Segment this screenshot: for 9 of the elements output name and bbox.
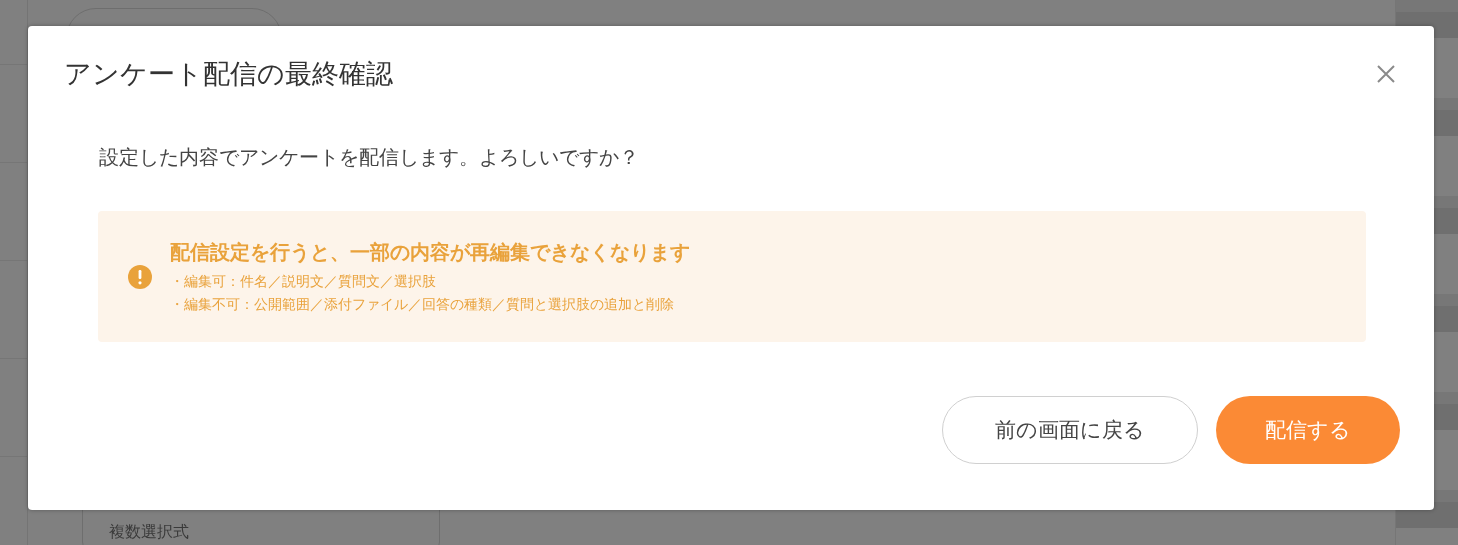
dialog-title: アンケート配信の最終確認	[64, 57, 393, 91]
close-icon[interactable]	[1376, 64, 1396, 84]
warning-heading: 配信設定を行うと、一部の内容が再編集できなくなります	[170, 239, 690, 266]
warning-item: ・編集可：件名／説明文／質問文／選択肢	[170, 273, 437, 291]
deliver-button[interactable]: 配信する	[1216, 396, 1400, 464]
warning-item: ・編集不可：公開範囲／添付ファイル／回答の種類／質問と選択肢の追加と削除	[170, 296, 675, 314]
back-button[interactable]: 前の画面に戻る	[942, 396, 1198, 464]
warning-icon	[128, 264, 152, 289]
confirmation-message: 設定した内容でアンケートを配信します。よろしいですか？	[99, 144, 640, 171]
